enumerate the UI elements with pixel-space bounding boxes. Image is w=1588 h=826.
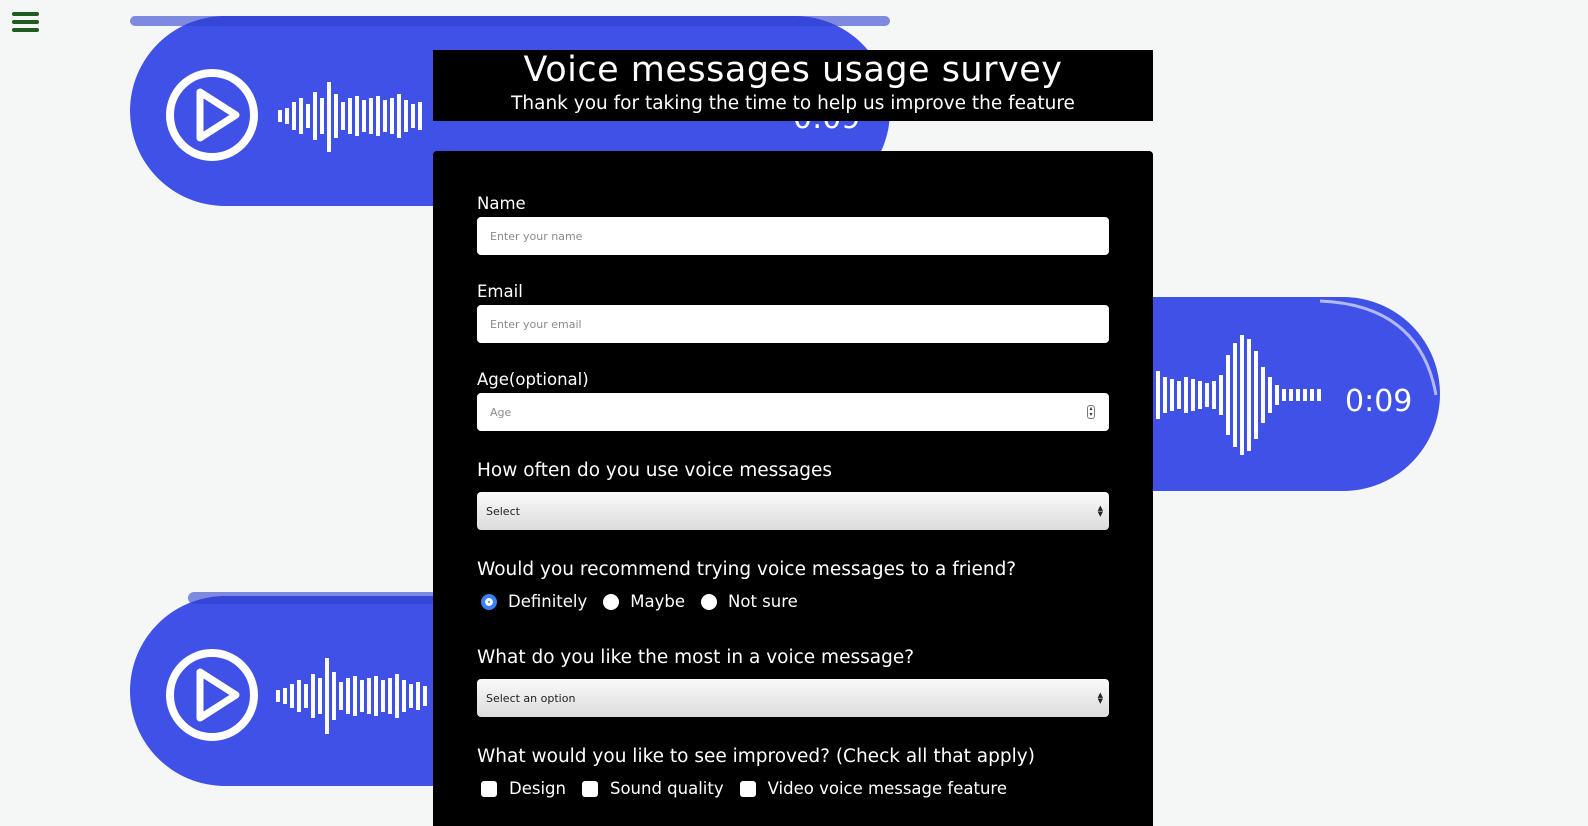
survey-header: Voice messages usage survey Thank you fo… xyxy=(433,50,1153,121)
name-label: Name xyxy=(477,194,526,213)
select-arrows-icon: ▲ ▼ xyxy=(1097,691,1103,705)
like-most-question: What do you like the most in a voice mes… xyxy=(477,647,915,668)
frequency-question: How often do you use voice messages xyxy=(477,460,833,481)
radio-label-maybe: Maybe xyxy=(630,592,686,611)
radio-label-definitely: Definitely xyxy=(508,592,588,611)
improve-question: What would you like to see improved? (Ch… xyxy=(477,746,1035,767)
radio-definitely[interactable] xyxy=(481,593,497,610)
page-title: Voice messages usage survey xyxy=(523,50,1063,90)
email-label: Email xyxy=(477,282,523,301)
age-field[interactable] xyxy=(477,393,1109,431)
recommend-question: Would you recommend trying voice message… xyxy=(477,559,1017,580)
name-field[interactable] xyxy=(477,217,1109,255)
page-subtitle: Thank you for taking the time to help us… xyxy=(511,93,1075,114)
like-most-select[interactable]: Select an option ▲ ▼ xyxy=(477,679,1109,717)
like-most-select-value: Select an option xyxy=(486,692,576,705)
select-arrows-icon: ▲ ▼ xyxy=(1097,504,1103,518)
survey-form: Name Email Age(optional) ▴▾ How often do… xyxy=(433,151,1153,826)
voice-bubble-bottom-left xyxy=(130,592,438,786)
voice-bubble-duration: 0:09 xyxy=(1345,384,1412,419)
improve-options: Design Sound quality Video voice message… xyxy=(481,779,1023,798)
email-field[interactable] xyxy=(477,305,1109,343)
recommend-options: Definitely Maybe Not sure xyxy=(481,592,814,611)
radio-label-not-sure: Not sure xyxy=(728,592,798,611)
checkbox-label-video-feature: Video voice message feature xyxy=(767,779,1007,798)
checkbox-sound-quality[interactable] xyxy=(581,780,598,797)
frequency-select-value: Select xyxy=(486,505,520,518)
age-stepper-icon[interactable]: ▴ ▾ xyxy=(1087,405,1095,419)
checkbox-label-design: Design xyxy=(509,779,566,798)
radio-maybe[interactable] xyxy=(603,593,620,610)
radio-not-sure[interactable] xyxy=(701,593,718,610)
checkbox-video-feature[interactable] xyxy=(739,780,756,797)
checkbox-design[interactable] xyxy=(481,780,497,797)
age-label: Age(optional) xyxy=(477,370,589,389)
voice-bubble-right: 0:09 xyxy=(1140,297,1440,491)
hamburger-menu-icon[interactable] xyxy=(12,12,39,34)
checkbox-label-sound-quality: Sound quality xyxy=(609,779,724,798)
age-field-wrapper: ▴▾ xyxy=(433,393,1153,431)
frequency-select[interactable]: Select ▲ ▼ xyxy=(477,492,1109,530)
